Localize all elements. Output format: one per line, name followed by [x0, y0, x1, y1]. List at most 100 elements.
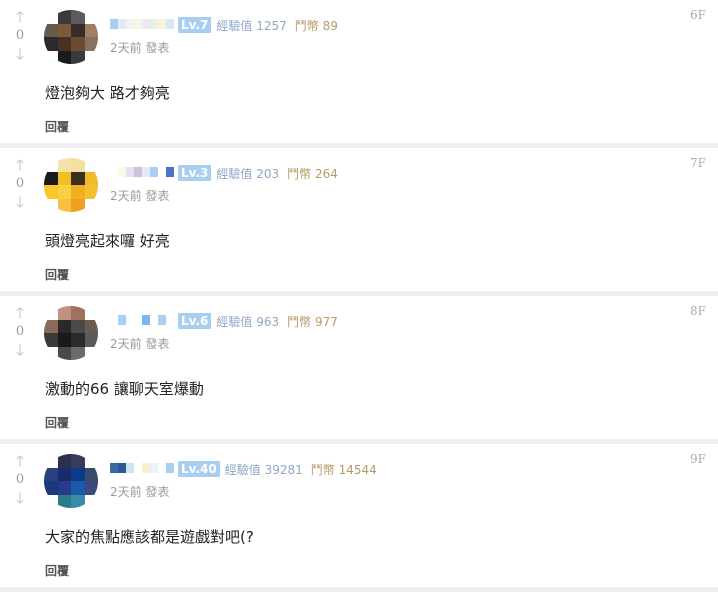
- avatar-pixel: [57, 171, 71, 185]
- avatar-pixel: [44, 454, 58, 468]
- username-pixel: [166, 167, 174, 177]
- username-pixelated[interactable]: [110, 19, 174, 31]
- downvote-arrow-icon[interactable]: 🡓: [16, 47, 24, 62]
- username-pixel: [158, 167, 166, 177]
- avatar-pixel: [84, 198, 98, 212]
- username-pixel: [142, 167, 150, 177]
- username-pixel: [134, 315, 142, 325]
- coin-value: 鬥幣 264: [287, 166, 338, 181]
- vote-control: 🡑 0 🡓: [8, 10, 32, 62]
- avatar-pixel: [57, 467, 71, 481]
- avatar-pixel: [84, 467, 98, 481]
- avatar-pixel: [71, 481, 85, 495]
- downvote-arrow-icon[interactable]: 🡓: [16, 491, 24, 506]
- username-pixel: [118, 19, 126, 29]
- vote-count: 0: [15, 324, 25, 339]
- avatar-pixel: [44, 23, 58, 37]
- username-pixel: [158, 19, 166, 29]
- reply-button[interactable]: 回覆: [45, 266, 69, 283]
- username-pixel: [126, 167, 134, 177]
- floor-number: 6F: [690, 8, 706, 22]
- upvote-arrow-icon[interactable]: 🡑: [16, 454, 24, 469]
- vote-count: 0: [15, 472, 25, 487]
- reply-button[interactable]: 回覆: [45, 414, 69, 431]
- comment-item: 🡑 0 🡓 Lv.3 經驗值 203 鬥幣 264 2天前 發表 7F 頭燈亮起…: [0, 148, 718, 296]
- avatar-pixel: [44, 50, 58, 64]
- avatar-pixel: [71, 319, 85, 333]
- user-meta: Lv.3 經驗值 203 鬥幣 264: [110, 164, 338, 182]
- avatar-pixel: [44, 467, 58, 481]
- comment-text: 燈泡夠大 路才夠亮: [45, 84, 170, 102]
- avatar-pixel: [57, 481, 71, 495]
- level-badge: Lv.3: [178, 165, 212, 181]
- vote-control: 🡑 0 🡓: [8, 306, 32, 358]
- avatar-pixel: [57, 158, 71, 172]
- avatar-pixel: [84, 454, 98, 468]
- user-avatar[interactable]: [44, 454, 98, 508]
- comment-text: 頭燈亮起來囉 好亮: [45, 232, 170, 250]
- username-pixel: [126, 315, 134, 325]
- avatar-pixel: [44, 346, 58, 360]
- username-pixelated[interactable]: [110, 463, 174, 475]
- post-time: 2天前 發表: [110, 485, 170, 499]
- username-pixel: [126, 19, 134, 29]
- avatar-pixel: [71, 467, 85, 481]
- username-pixel: [150, 315, 158, 325]
- avatar-pixel: [57, 346, 71, 360]
- avatar-pixel: [84, 494, 98, 508]
- upvote-arrow-icon[interactable]: 🡑: [16, 306, 24, 321]
- user-avatar[interactable]: [44, 10, 98, 64]
- username-pixel: [142, 315, 150, 325]
- floor-number: 9F: [690, 452, 706, 466]
- avatar-pixel: [57, 198, 71, 212]
- username-pixel: [142, 463, 150, 473]
- post-time: 2天前 發表: [110, 41, 170, 55]
- reply-button[interactable]: 回覆: [45, 118, 69, 135]
- experience-value: 經驗值 203: [216, 166, 280, 181]
- reply-button[interactable]: 回覆: [45, 562, 69, 579]
- user-meta: Lv.7 經驗值 1257 鬥幣 89: [110, 16, 338, 34]
- user-meta: Lv.40 經驗值 39281 鬥幣 14544: [110, 460, 377, 478]
- username-pixel: [150, 19, 158, 29]
- avatar-pixel: [57, 306, 71, 320]
- avatar-pixel: [44, 198, 58, 212]
- user-avatar[interactable]: [44, 306, 98, 360]
- comment-list: 🡑 0 🡓 Lv.7 經驗值 1257 鬥幣 89 2天前 發表 6F 燈泡夠大…: [0, 0, 718, 592]
- post-time: 2天前 發表: [110, 337, 170, 351]
- username-pixel: [110, 167, 118, 177]
- avatar-pixel: [84, 481, 98, 495]
- upvote-arrow-icon[interactable]: 🡑: [16, 10, 24, 25]
- comment-text: 大家的焦點應該都是遊戲對吧(?: [45, 528, 254, 546]
- user-meta: Lv.6 經驗值 963 鬥幣 977: [110, 312, 338, 330]
- username-pixel: [166, 463, 174, 473]
- upvote-arrow-icon[interactable]: 🡑: [16, 158, 24, 173]
- avatar-pixel: [84, 346, 98, 360]
- downvote-arrow-icon[interactable]: 🡓: [16, 195, 24, 210]
- avatar-pixel: [71, 37, 85, 51]
- username-pixelated[interactable]: [110, 315, 174, 327]
- coin-value: 鬥幣 89: [294, 18, 338, 33]
- username-pixel: [118, 463, 126, 473]
- experience-value: 經驗值 1257: [216, 18, 287, 33]
- username-pixelated[interactable]: [110, 167, 174, 179]
- username-pixel: [150, 463, 158, 473]
- avatar-pixel: [84, 23, 98, 37]
- avatar-pixel: [44, 481, 58, 495]
- avatar-pixel: [71, 198, 85, 212]
- user-avatar[interactable]: [44, 158, 98, 212]
- username-pixel: [110, 463, 118, 473]
- coin-value: 鬥幣 14544: [310, 462, 377, 477]
- avatar-pixel: [44, 185, 58, 199]
- level-badge: Lv.6: [178, 313, 212, 329]
- avatar-pixel: [44, 158, 58, 172]
- username-pixel: [134, 463, 142, 473]
- level-badge: Lv.40: [178, 461, 220, 477]
- username-pixel: [134, 19, 142, 29]
- avatar-pixel: [44, 10, 58, 24]
- avatar-pixel: [84, 306, 98, 320]
- username-pixel: [110, 19, 118, 29]
- avatar-pixel: [84, 185, 98, 199]
- downvote-arrow-icon[interactable]: 🡓: [16, 343, 24, 358]
- avatar-pixel: [71, 50, 85, 64]
- comment-item: 🡑 0 🡓 Lv.7 經驗值 1257 鬥幣 89 2天前 發表 6F 燈泡夠大…: [0, 0, 718, 148]
